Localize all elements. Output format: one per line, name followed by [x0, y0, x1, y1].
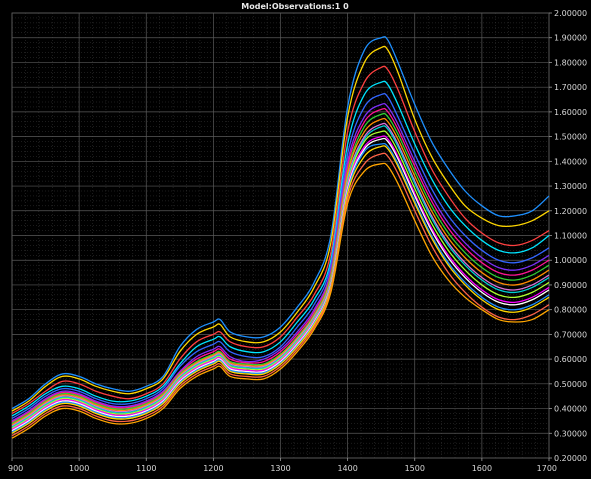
y-tick-label: 0.90000 [554, 281, 587, 290]
y-tick-label: 1.30000 [554, 182, 587, 191]
x-tick-label: 1700 [537, 464, 557, 473]
y-tick-label: 1.10000 [554, 232, 587, 241]
grid-layer [11, 12, 550, 459]
chart-title: Model:Observations:1 0 [241, 2, 349, 11]
x-tick-label: 1400 [337, 464, 357, 473]
x-tick-label: 1200 [203, 464, 223, 473]
x-tick-label: 1100 [136, 464, 156, 473]
x-tick-label: 1500 [405, 464, 425, 473]
y-tick-label: 1.80000 [554, 58, 587, 67]
y-tick-label: 1.60000 [554, 108, 587, 117]
y-tick-label: 1.00000 [554, 256, 587, 265]
y-tick-label: 1.20000 [554, 207, 587, 216]
y-tick-label: 0.50000 [554, 380, 587, 389]
y-tick-label: 1.50000 [554, 133, 587, 142]
y-tick-label: 0.20000 [554, 454, 587, 463]
y-tick-label: 2.00000 [554, 9, 587, 18]
x-tick-label: 1000 [69, 464, 89, 473]
x-tick-label: 1300 [270, 464, 290, 473]
x-tick-label: 1600 [472, 464, 492, 473]
y-tick-label: 0.30000 [554, 429, 587, 438]
y-tick-label: 1.40000 [554, 157, 587, 166]
y-tick-label: 1.90000 [554, 34, 587, 43]
spectra-chart: 0.20000 0.30000 0.40000 0.50000 0.60000 0.700… [0, 0, 591, 479]
y-tick-label: 0.70000 [554, 330, 587, 339]
y-tick-label: 0.40000 [554, 405, 587, 414]
x-tick-label: 900 [8, 464, 23, 473]
y-tick-label: 1.70000 [554, 83, 587, 92]
y-tick-label: 0.60000 [554, 355, 587, 364]
chart-svg: 0.20000 0.30000 0.40000 0.50000 0.60000 0.700… [0, 0, 591, 479]
y-tick-label: 0.80000 [554, 306, 587, 315]
